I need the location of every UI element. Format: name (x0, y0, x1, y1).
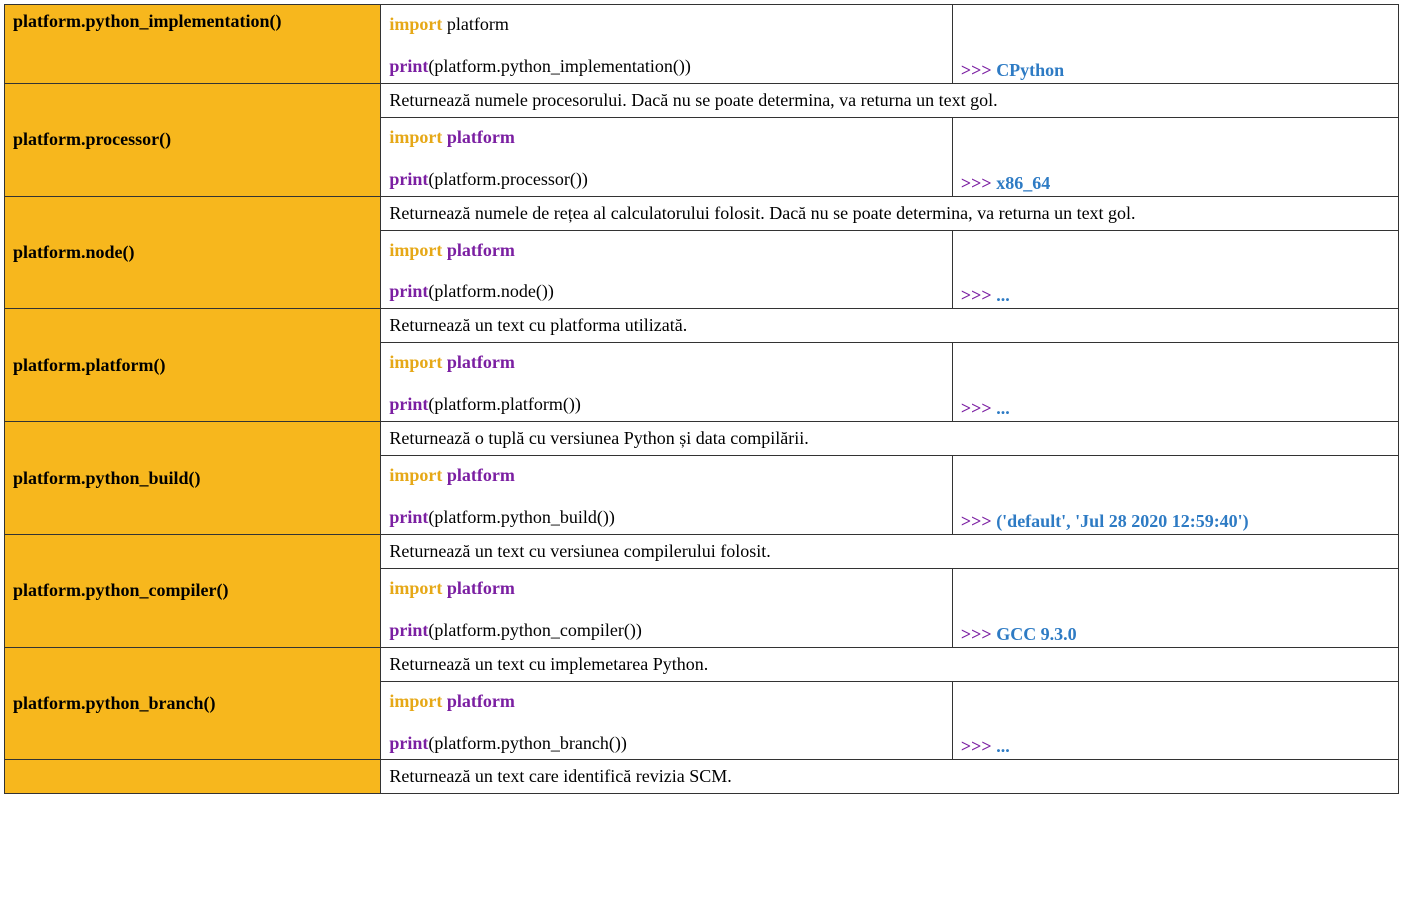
module-name: platform (447, 352, 515, 372)
keyword-print: print (389, 394, 428, 414)
keyword-print: print (389, 56, 428, 76)
call-arguments: (platform.python_compiler()) (428, 620, 641, 640)
keyword-print: print (389, 507, 428, 527)
output-prompt: >>> (961, 60, 992, 80)
keyword-import: import (389, 691, 442, 711)
keyword-import: import (389, 127, 442, 147)
call-arguments: (platform.platform()) (428, 394, 580, 414)
blank-line (389, 264, 944, 278)
keyword-import: import (389, 14, 442, 34)
keyword-print: print (389, 281, 428, 301)
table-row: platform.python_implementation()import p… (5, 5, 1399, 84)
function-name-cell (5, 760, 381, 794)
description-cell: Returnează un text cu versiunea compiler… (381, 534, 1399, 568)
description-cell: Returnează numele de rețea al calculator… (381, 196, 1399, 230)
output-value: ... (996, 736, 1010, 756)
keyword-import: import (389, 465, 442, 485)
blank-line (389, 377, 944, 391)
output-prompt: >>> (961, 624, 992, 644)
function-name-cell: platform.python_build() (5, 422, 381, 535)
table-row: platform.node()Returnează numele de rețe… (5, 196, 1399, 230)
output-value: ... (996, 285, 1010, 305)
blank-line (389, 490, 944, 504)
function-name-cell: platform.python_implementation() (5, 5, 381, 84)
code-example-cell: import platform print(platform.python_bui… (381, 456, 953, 535)
code-example-cell: import platform print(platform.python_bra… (381, 681, 953, 760)
call-arguments: (platform.python_implementation()) (428, 56, 690, 76)
table-row: platform.python_branch()Returnează un te… (5, 647, 1399, 681)
function-name-cell: platform.platform() (5, 309, 381, 422)
code-example-cell: import platform print(platform.python_com… (381, 568, 953, 647)
call-arguments: (platform.python_build()) (428, 507, 614, 527)
description-cell: Returnează un text care identifică reviz… (381, 760, 1399, 794)
description-cell: Returnează numele procesorului. Dacă nu … (381, 83, 1399, 117)
output-prompt: >>> (961, 173, 992, 193)
output-prompt: >>> (961, 398, 992, 418)
output-prompt: >>> (961, 511, 992, 531)
table-row: platform.python_build()Returnează o tupl… (5, 422, 1399, 456)
call-arguments: (platform.python_branch()) (428, 733, 626, 753)
module-name: platform (447, 465, 515, 485)
call-arguments: (platform.node()) (428, 281, 553, 301)
output-cell: >>> ('default', 'Jul 28 2020 12:59:40') (952, 456, 1398, 535)
function-name-cell: platform.processor() (5, 83, 381, 196)
module-name: platform (447, 691, 515, 711)
reference-table: platform.python_implementation()import p… (4, 4, 1399, 794)
module-name: platform (447, 14, 509, 34)
output-cell: >>> x86_64 (952, 117, 1398, 196)
code-example-cell: import platform print(platform.processor(… (381, 117, 953, 196)
module-name: platform (447, 127, 515, 147)
output-cell: >>> CPython (952, 5, 1398, 84)
output-cell: >>> ... (952, 230, 1398, 309)
code-example-cell: import platform print(platform.node()) (381, 230, 953, 309)
blank-line (389, 716, 944, 730)
output-value: GCC 9.3.0 (996, 624, 1077, 644)
description-cell: Returnează un text cu implemetarea Pytho… (381, 647, 1399, 681)
description-cell: Returnează o tuplă cu versiunea Python ș… (381, 422, 1399, 456)
output-value: x86_64 (996, 173, 1050, 193)
function-name-cell: platform.node() (5, 196, 381, 309)
module-name: platform (447, 578, 515, 598)
keyword-print: print (389, 169, 428, 189)
blank-line (389, 152, 944, 166)
output-prompt: >>> (961, 736, 992, 756)
function-name-cell: platform.python_branch() (5, 647, 381, 760)
function-name-cell: platform.python_compiler() (5, 534, 381, 647)
output-cell: >>> ... (952, 681, 1398, 760)
blank-line (389, 39, 944, 53)
code-example-cell: import platform print(platform.platform()… (381, 343, 953, 422)
keyword-import: import (389, 578, 442, 598)
blank-line (389, 603, 944, 617)
output-value: ('default', 'Jul 28 2020 12:59:40') (996, 511, 1249, 531)
output-value: ... (996, 398, 1010, 418)
description-cell: Returnează un text cu platforma utilizat… (381, 309, 1399, 343)
keyword-import: import (389, 240, 442, 260)
table-row: platform.processor()Returnează numele pr… (5, 83, 1399, 117)
output-prompt: >>> (961, 285, 992, 305)
table-row: platform.python_compiler()Returnează un … (5, 534, 1399, 568)
output-cell: >>> GCC 9.3.0 (952, 568, 1398, 647)
code-example-cell: import platform print(platform.python_imp… (381, 5, 953, 84)
keyword-import: import (389, 352, 442, 372)
output-cell: >>> ... (952, 343, 1398, 422)
module-name: platform (447, 240, 515, 260)
keyword-print: print (389, 733, 428, 753)
table-row: Returnează un text care identifică reviz… (5, 760, 1399, 794)
output-value: CPython (996, 60, 1064, 80)
keyword-print: print (389, 620, 428, 640)
table-row: platform.platform()Returnează un text cu… (5, 309, 1399, 343)
call-arguments: (platform.processor()) (428, 169, 587, 189)
